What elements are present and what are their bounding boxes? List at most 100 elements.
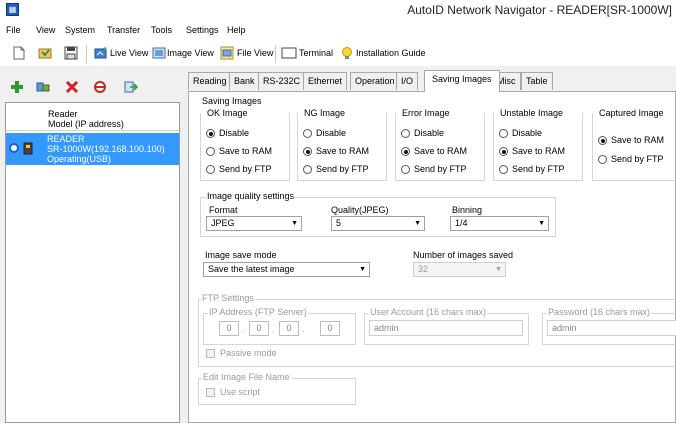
installation-guide-button[interactable]: Installation Guide <box>356 48 426 58</box>
unstable-image-label: Unstable Image <box>499 108 565 118</box>
error-send-ftp-label: Send by FTP <box>414 164 467 174</box>
sidebar: Reader Model (IP address) READER SR-1000… <box>3 66 181 423</box>
new-file-icon[interactable] <box>12 46 26 60</box>
terminal-button[interactable]: Terminal <box>299 48 333 58</box>
search-devices-icon[interactable] <box>36 80 50 94</box>
ftp-user-input[interactable]: admin <box>369 320 523 336</box>
terminal-icon <box>281 47 297 59</box>
column-model: Model (IP address) <box>48 119 124 129</box>
unstable-send-ftp-radio[interactable] <box>499 165 508 174</box>
tab-operation[interactable]: Operation <box>350 72 400 90</box>
binning-select[interactable]: 1/4 ▼ <box>450 216 549 231</box>
settings-tabs: Reading Bank RS-232C Ethernet Operation … <box>188 70 676 423</box>
format-select[interactable]: JPEG ▼ <box>206 216 302 231</box>
format-value: JPEG <box>211 218 235 228</box>
ok-disable-radio[interactable] <box>206 129 215 138</box>
quality-select[interactable]: 5 ▼ <box>331 216 425 231</box>
unstable-save-ram-radio[interactable] <box>499 147 508 156</box>
ftp-ip-label: IP Address (FTP Server) <box>208 307 308 317</box>
ftp-password-input[interactable]: admin <box>547 320 676 336</box>
save-icon[interactable] <box>64 46 78 60</box>
live-view-button[interactable]: Live View <box>110 48 148 58</box>
image-quality-title: Image quality settings <box>206 191 296 201</box>
captured-send-ftp-label: Send by FTP <box>611 154 664 164</box>
ip-octet-1[interactable]: 0 <box>219 321 239 336</box>
disconnect-icon[interactable] <box>93 80 107 94</box>
reader-device-icon <box>23 142 33 155</box>
image-view-button[interactable]: Image View <box>167 48 214 58</box>
ng-send-ftp-radio[interactable] <box>303 165 312 174</box>
use-script-label: Use script <box>220 387 261 397</box>
save-mode-select[interactable]: Save the latest image ▼ <box>203 262 370 277</box>
ftp-settings-title: FTP Settings <box>201 293 255 303</box>
unstable-disable-label: Disable <box>512 128 543 138</box>
passive-mode-label: Passive mode <box>220 348 277 358</box>
ip-octet-4[interactable]: 0 <box>320 321 340 336</box>
menu-tools[interactable]: Tools <box>151 25 172 35</box>
tab-table[interactable]: Table <box>521 72 553 90</box>
captured-image-label: Captured Image <box>598 108 665 118</box>
add-icon[interactable] <box>10 80 24 94</box>
captured-image-group <box>592 113 676 181</box>
ok-save-ram-radio[interactable] <box>206 147 215 156</box>
error-send-ftp-radio[interactable] <box>401 165 410 174</box>
num-images-select[interactable]: 32 ▼ <box>413 262 506 277</box>
menu-file[interactable]: File <box>6 25 21 35</box>
ng-disable-label: Disable <box>316 128 347 138</box>
save-mode-value: Save the latest image <box>208 264 295 274</box>
live-view-icon <box>94 47 107 59</box>
ng-save-ram-radio[interactable] <box>303 147 312 156</box>
passive-mode-checkbox[interactable] <box>206 349 215 358</box>
error-save-ram-label: Save to RAM <box>414 146 468 156</box>
tab-reading[interactable]: Reading <box>188 72 232 90</box>
captured-save-ram-label: Save to RAM <box>611 135 665 145</box>
error-disable-label: Disable <box>414 128 445 138</box>
device-status: Operating(USB) <box>47 154 112 164</box>
toolbar: Live View Image View File View Terminal … <box>0 38 676 66</box>
open-file-icon[interactable] <box>38 46 52 60</box>
captured-send-ftp-radio[interactable] <box>598 155 607 164</box>
quality-value: 5 <box>336 218 342 228</box>
ng-save-ram-label: Save to RAM <box>316 146 370 156</box>
ok-send-ftp-radio[interactable] <box>206 165 215 174</box>
ng-disable-radio[interactable] <box>303 129 312 138</box>
device-name: READER <box>47 134 85 144</box>
tab-saving-images[interactable]: Saving Images <box>424 70 500 92</box>
menu-bar: File View System Transfer Tools Settings… <box>0 20 676 38</box>
format-label: Format <box>209 205 238 215</box>
unstable-disable-radio[interactable] <box>499 129 508 138</box>
menu-help[interactable]: Help <box>227 25 246 35</box>
tab-ethernet[interactable]: Ethernet <box>303 72 348 90</box>
menu-view[interactable]: View <box>36 25 55 35</box>
num-images-label: Number of images saved <box>413 250 514 260</box>
ftp-password-label: Password (16 chars max) <box>547 307 652 317</box>
device-row[interactable]: READER SR-1000W(192.168.100.100) Operati… <box>6 133 179 165</box>
tab-rs232c[interactable]: RS-232C <box>258 72 306 90</box>
device-list-header: Reader Model (IP address) <box>6 103 179 131</box>
error-save-ram-radio[interactable] <box>401 147 410 156</box>
file-view-button[interactable]: File View <box>237 48 273 58</box>
ok-send-ftp-label: Send by FTP <box>219 164 272 174</box>
window-title: AutoID Network Navigator - READER[SR-100… <box>407 3 672 17</box>
device-radio[interactable] <box>9 143 19 153</box>
menu-transfer[interactable]: Transfer <box>107 25 140 35</box>
ip-octet-3[interactable]: 0 <box>279 321 299 336</box>
export-icon[interactable] <box>124 80 138 94</box>
quality-label: Quality(JPEG) <box>331 205 389 215</box>
ok-disable-label: Disable <box>219 128 250 138</box>
chevron-down-icon: ▼ <box>359 266 366 273</box>
use-script-checkbox[interactable] <box>206 388 215 397</box>
chevron-down-icon: ▼ <box>291 220 298 227</box>
ip-octet-2[interactable]: 0 <box>249 321 269 336</box>
edit-file-name-title: Edit Image File Name <box>202 372 291 382</box>
tab-bank[interactable]: Bank <box>229 72 260 90</box>
unstable-save-ram-label: Save to RAM <box>512 146 566 156</box>
menu-settings[interactable]: Settings <box>186 25 219 35</box>
file-view-icon <box>220 46 234 60</box>
captured-save-ram-radio[interactable] <box>598 136 607 145</box>
menu-system[interactable]: System <box>65 25 95 35</box>
error-disable-radio[interactable] <box>401 129 410 138</box>
tab-io[interactable]: I/O <box>396 72 419 90</box>
delete-icon[interactable] <box>65 80 79 94</box>
ok-save-ram-label: Save to RAM <box>219 146 273 156</box>
